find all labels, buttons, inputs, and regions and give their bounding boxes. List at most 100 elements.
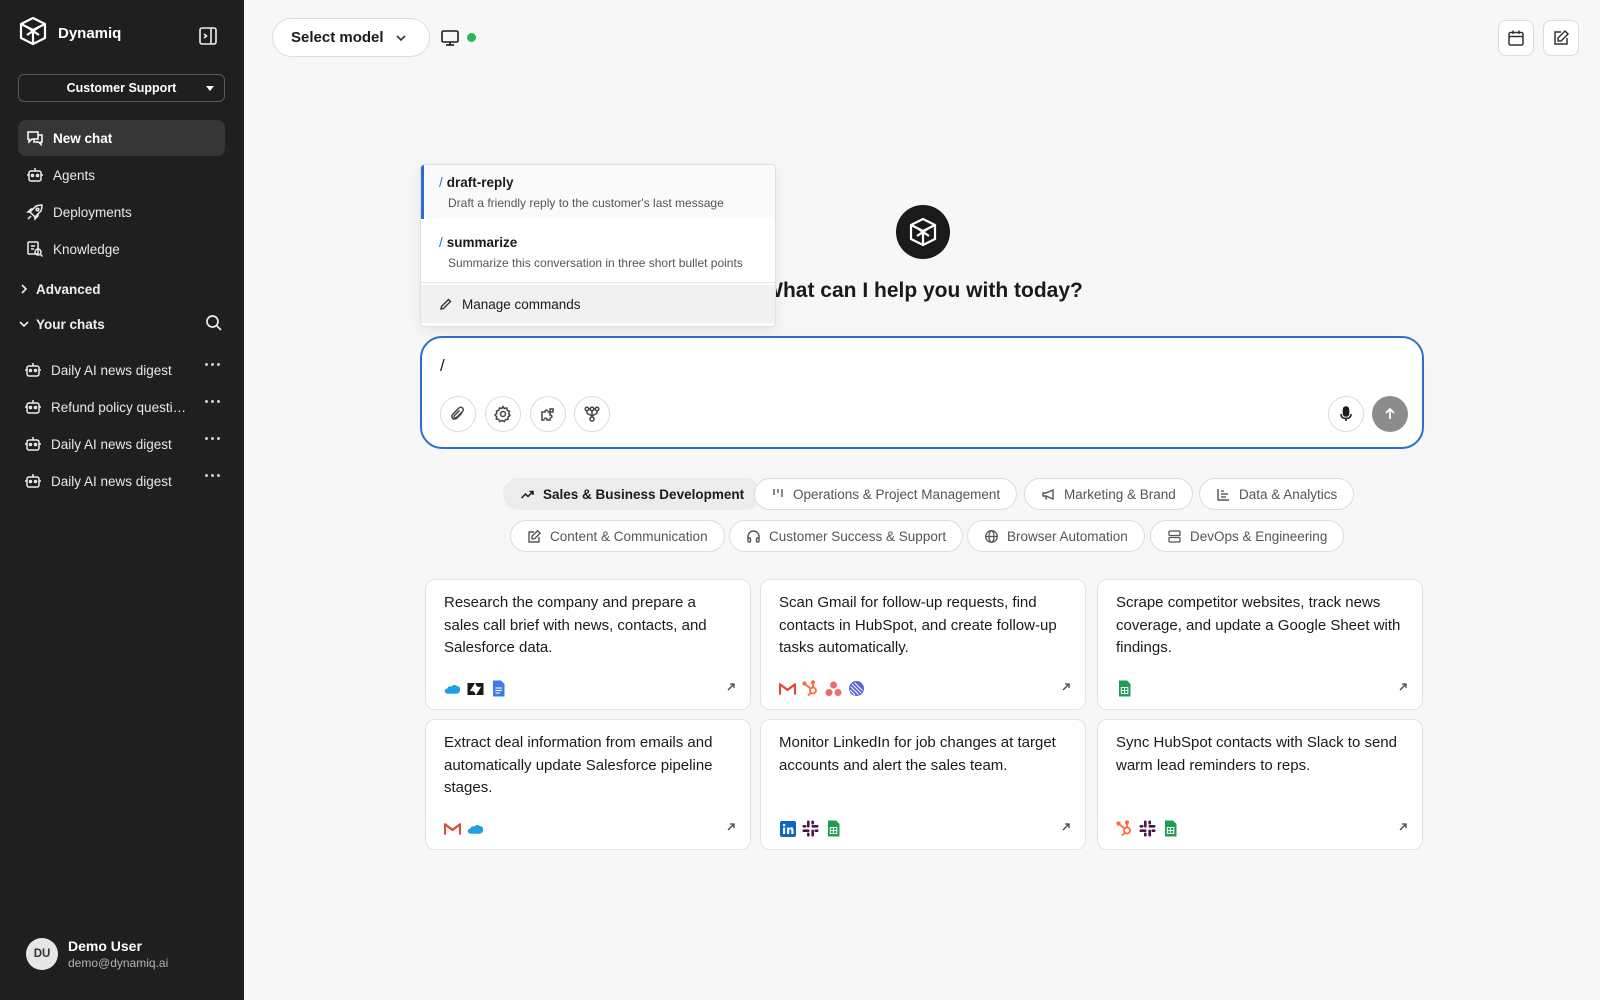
megaphone-icon xyxy=(1042,488,1054,500)
card-description: Scrape competitor websites, track news c… xyxy=(1116,594,1401,656)
caret-down-icon xyxy=(206,86,214,91)
template-card[interactable]: Research the company and prepare a sales… xyxy=(425,579,751,710)
open-arrow-icon xyxy=(1398,819,1408,837)
open-arrow-icon xyxy=(1061,819,1071,837)
more-options-icon[interactable] xyxy=(205,363,220,366)
nav-knowledge[interactable]: Knowledge xyxy=(18,231,225,267)
chat-item[interactable]: Refund policy question xyxy=(24,392,224,422)
category-label: Operations & Project Management xyxy=(793,486,1001,502)
category-label: Browser Automation xyxy=(1007,528,1128,544)
nav-new-chat[interactable]: New chat xyxy=(18,120,225,156)
manage-commands-button[interactable]: Manage commands xyxy=(421,285,775,323)
gmail-icon xyxy=(779,680,796,697)
microphone-icon xyxy=(1340,406,1352,421)
workspace-select[interactable]: Customer Support xyxy=(18,74,225,102)
linkedin-icon xyxy=(779,820,796,837)
category-chip-marketing[interactable]: Marketing & Brand xyxy=(1024,478,1193,510)
bars-icon xyxy=(773,489,783,497)
category-chip-data[interactable]: Data & Analytics xyxy=(1199,478,1355,510)
template-card[interactable]: Extract deal information from emails and… xyxy=(425,719,751,850)
hubspot-icon xyxy=(1116,820,1133,837)
knowledge-icon xyxy=(27,241,44,258)
more-options-icon[interactable] xyxy=(205,474,220,477)
salesforce-icon xyxy=(444,680,461,697)
workflow-icon xyxy=(584,406,600,422)
category-chip-sales[interactable]: Sales & Business Development xyxy=(503,478,762,510)
template-card[interactable]: Monitor LinkedIn for job changes at targ… xyxy=(760,719,1086,850)
zendesk-icon xyxy=(467,680,484,697)
message-input[interactable]: / xyxy=(440,356,445,376)
manage-commands-label: Manage commands xyxy=(462,296,581,312)
card-description: Research the company and prepare a sales… xyxy=(444,594,707,656)
attach-button[interactable] xyxy=(440,396,476,432)
template-card[interactable]: Sync HubSpot contacts with Slack to send… xyxy=(1097,719,1423,850)
trending-up-icon xyxy=(520,490,534,499)
sidebar: Dynamiq Customer Support New chat Agents… xyxy=(0,0,244,1000)
category-chip-operations[interactable]: Operations & Project Management xyxy=(754,478,1018,510)
command-description: Draft a friendly reply to the customer's… xyxy=(448,196,724,210)
search-icon xyxy=(206,315,222,331)
category-label: Sales & Business Development xyxy=(543,486,745,502)
category-label: Data & Analytics xyxy=(1239,486,1338,502)
slack-icon xyxy=(802,820,819,837)
chevron-down-icon xyxy=(395,34,406,41)
chat-item[interactable]: Daily AI news digest xyxy=(24,429,224,459)
globe-icon xyxy=(985,529,998,543)
section-your-chats[interactable]: Your chats xyxy=(18,312,225,336)
chat-item[interactable]: Daily AI news digest xyxy=(24,466,224,496)
asana-icon xyxy=(825,680,842,697)
status-indicator xyxy=(467,33,476,42)
template-card[interactable]: Scan Gmail for follow-up requests, find … xyxy=(760,579,1086,710)
category-chip-browser[interactable]: Browser Automation xyxy=(967,520,1145,552)
new-chat-button[interactable] xyxy=(1543,20,1579,56)
nav-label: Agents xyxy=(53,167,96,183)
workflow-button[interactable] xyxy=(574,396,610,432)
workspace-label: Customer Support xyxy=(66,81,177,95)
paperclip-icon xyxy=(451,406,464,420)
voice-input-button[interactable] xyxy=(1328,396,1364,432)
command-item-summarize[interactable]: / summarize Summarize this conversation i… xyxy=(421,225,775,279)
more-options-icon[interactable] xyxy=(205,437,220,440)
assistant-logo xyxy=(896,205,950,259)
google-docs-icon xyxy=(490,680,507,697)
sidebar-panel-icon xyxy=(199,27,217,45)
robot-icon xyxy=(25,437,41,451)
card-description: Monitor LinkedIn for job changes at targ… xyxy=(779,734,1056,774)
brand[interactable]: Dynamiq xyxy=(18,16,121,51)
nav-agents[interactable]: Agents xyxy=(18,157,225,193)
slash-prefix: / xyxy=(439,235,443,250)
calendar-icon xyxy=(1508,30,1524,46)
schedule-button[interactable] xyxy=(1498,20,1534,56)
settings-button[interactable] xyxy=(485,396,521,432)
monitor-icon[interactable] xyxy=(440,29,460,52)
chat-item[interactable]: Daily AI news digest xyxy=(24,355,224,385)
card-description: Extract deal information from emails and… xyxy=(444,734,713,796)
model-select[interactable]: Select model xyxy=(272,18,430,57)
open-arrow-icon xyxy=(1398,679,1408,697)
search-chats-button[interactable] xyxy=(205,314,223,335)
integrations-button[interactable] xyxy=(530,396,566,432)
user-name: Demo User xyxy=(68,938,142,954)
collapse-sidebar-button[interactable] xyxy=(198,26,220,48)
google-sheets-icon xyxy=(1162,820,1179,837)
nav-label: Deployments xyxy=(53,204,132,220)
gmail-icon xyxy=(444,820,461,837)
chat-composer[interactable]: / xyxy=(420,336,1424,449)
section-advanced[interactable]: Advanced xyxy=(18,277,225,301)
category-chip-content[interactable]: Content & Communication xyxy=(510,520,725,552)
nav-deployments[interactable]: Deployments xyxy=(18,194,225,230)
user-profile[interactable]: DU Demo User demo@dynamiq.ai xyxy=(26,938,168,970)
template-card[interactable]: Scrape competitor websites, track news c… xyxy=(1097,579,1423,710)
google-sheets-icon xyxy=(825,820,842,837)
server-icon xyxy=(1168,529,1181,543)
category-chip-customer-success[interactable]: Customer Success & Support xyxy=(729,520,964,552)
chart-icon xyxy=(1217,488,1229,501)
chat-title: Daily AI news digest xyxy=(51,436,172,452)
send-button[interactable] xyxy=(1372,396,1408,432)
category-chip-devops[interactable]: DevOps & Engineering xyxy=(1150,520,1345,552)
arrow-up-icon xyxy=(1385,407,1395,419)
command-item-draft-reply[interactable]: / draft-reply Draft a friendly reply to t… xyxy=(421,165,775,219)
puzzle-icon xyxy=(541,408,554,421)
rocket-icon xyxy=(26,204,43,221)
more-options-icon[interactable] xyxy=(205,400,220,403)
